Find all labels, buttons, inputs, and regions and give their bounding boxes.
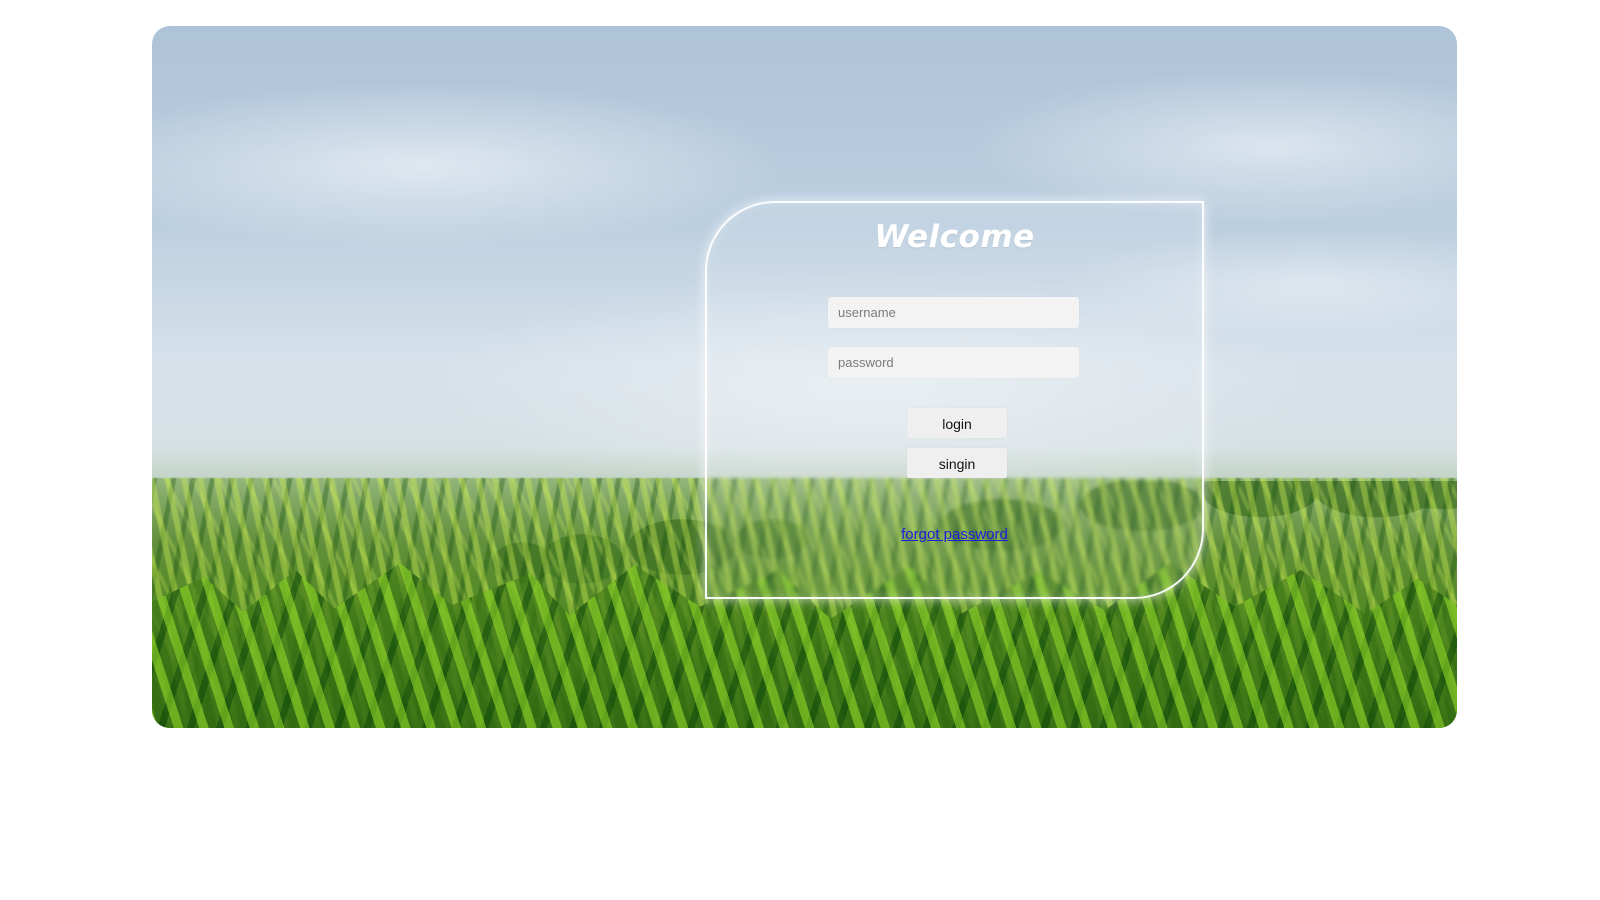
- password-input[interactable]: [828, 347, 1079, 378]
- login-card: Welcome login singin forgot password: [705, 201, 1204, 599]
- background-scene: Welcome login singin forgot password: [152, 26, 1457, 728]
- signin-button[interactable]: singin: [907, 448, 1007, 478]
- forgot-password-link[interactable]: forgot password: [707, 526, 1202, 543]
- username-input[interactable]: [828, 297, 1079, 328]
- login-button[interactable]: login: [907, 408, 1007, 438]
- welcome-title: Welcome: [874, 219, 1035, 255]
